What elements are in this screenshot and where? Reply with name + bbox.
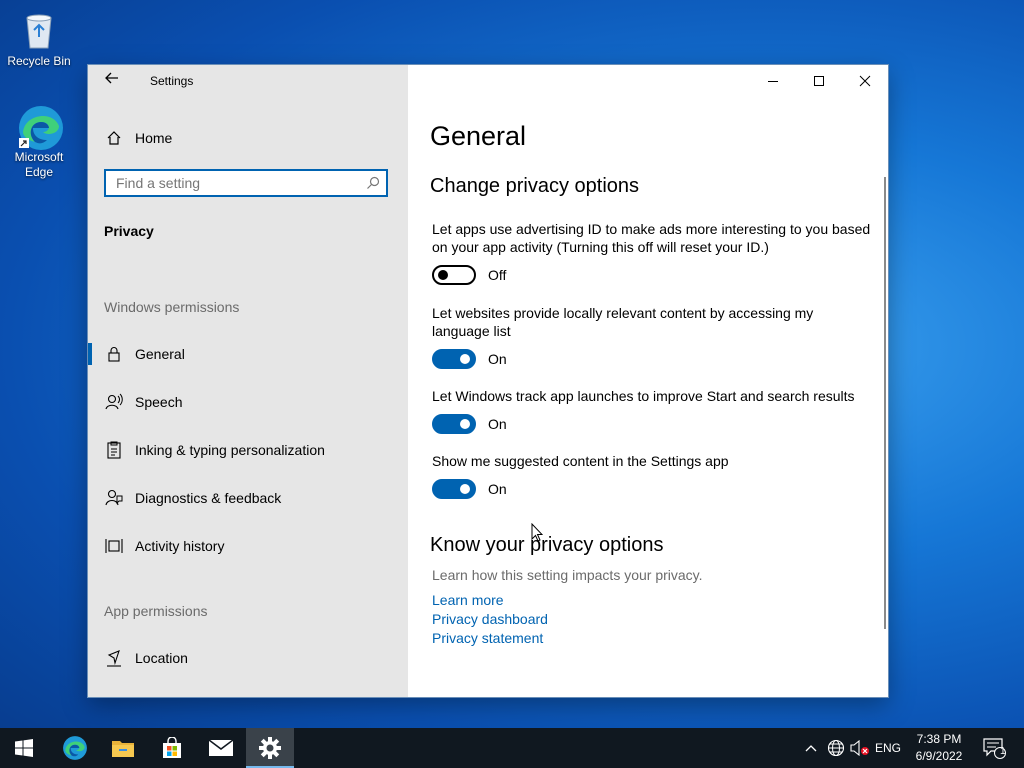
recycle-bin-label: Recycle Bin	[7, 54, 71, 68]
scrollbar[interactable]	[884, 177, 886, 629]
recycle-bin-shortcut[interactable]: Recycle Bin	[3, 8, 75, 69]
edge-label-line1: Microsoft	[14, 150, 64, 164]
nav-item-label: Inking & typing personalization	[135, 442, 325, 458]
edge-icon	[17, 104, 63, 150]
edge-shortcut[interactable]: Microsoft Edge	[3, 104, 75, 180]
nav-home[interactable]: Home	[104, 127, 172, 149]
track-app-launches-toggle[interactable]	[432, 414, 476, 434]
mail-icon	[208, 739, 234, 756]
search-box[interactable]	[104, 169, 388, 197]
diagnostics-icon	[104, 488, 124, 508]
content-pane: General Change privacy options Let apps …	[408, 65, 888, 697]
section-title-know-privacy: Know your privacy options	[430, 534, 664, 556]
section-title-change-privacy: Change privacy options	[430, 175, 640, 197]
taskbar-settings[interactable]	[246, 728, 294, 768]
network-globe-icon	[827, 739, 845, 757]
nav-section-header: Privacy	[104, 223, 154, 239]
search-input[interactable]	[106, 171, 356, 195]
nav-item-activity-history[interactable]: Activity history	[104, 535, 224, 557]
search-icon	[366, 176, 380, 195]
clock-date: 6/9/2022	[915, 749, 963, 763]
window-title: Settings	[150, 74, 194, 88]
nav-item-general[interactable]: General	[104, 343, 185, 365]
chevron-up-icon	[805, 745, 817, 752]
recycle-bin-icon	[17, 8, 61, 52]
inking-icon	[104, 440, 124, 460]
show-hidden-icons-button[interactable]	[800, 728, 822, 768]
back-button[interactable]	[102, 71, 122, 91]
clock[interactable]: 7:38 PM 6/9/2022	[906, 731, 972, 765]
app-permissions-label: App permissions	[104, 603, 208, 619]
nav-item-label: General	[135, 346, 185, 362]
close-button[interactable]	[842, 65, 888, 97]
privacy-statement-link[interactable]: Privacy statement	[432, 630, 543, 646]
learn-more-link[interactable]: Learn more	[432, 592, 504, 608]
setting-description: Let websites provide locally relevant co…	[432, 305, 814, 339]
store-icon	[163, 737, 181, 758]
location-icon	[104, 648, 124, 668]
nav-item-location[interactable]: Location	[104, 647, 188, 669]
speech-icon	[104, 392, 124, 412]
toggle-state-label: On	[488, 416, 507, 432]
setting-description: Let Windows track app launches to improv…	[432, 388, 855, 404]
windows-permissions-label: Windows permissions	[104, 299, 240, 315]
home-icon	[104, 128, 124, 148]
maximize-button[interactable]	[796, 65, 842, 97]
activity-history-icon	[104, 536, 124, 556]
toggle-state-label: On	[488, 481, 507, 497]
nav-item-inking[interactable]: Inking & typing personalization	[104, 439, 325, 461]
volume-muted-icon	[850, 740, 869, 756]
settings-icon	[259, 737, 281, 759]
language-indicator[interactable]: ENG	[872, 728, 904, 768]
toggle-knob	[460, 484, 470, 494]
minimize-button[interactable]	[750, 65, 796, 97]
edge-label-line2: Edge	[24, 165, 54, 179]
volume-button[interactable]	[848, 728, 872, 768]
taskbar-mail[interactable]	[197, 728, 245, 768]
action-center-button[interactable]: 1	[978, 728, 1010, 768]
nav-item-speech[interactable]: Speech	[104, 391, 182, 413]
toggle-knob	[460, 419, 470, 429]
page-title: General	[430, 121, 527, 151]
taskbar-edge[interactable]	[51, 728, 99, 768]
privacy-dashboard-link[interactable]: Privacy dashboard	[432, 611, 548, 627]
lock-icon	[104, 344, 124, 364]
maximize-icon	[814, 76, 824, 86]
minimize-icon	[768, 81, 778, 82]
close-icon	[859, 75, 871, 87]
nav-item-label: Speech	[135, 394, 183, 410]
selection-indicator	[88, 343, 92, 365]
edge-icon	[63, 736, 87, 760]
setting-description: Show me suggested content in the Setting…	[432, 453, 729, 469]
suggested-content-toggle[interactable]	[432, 479, 476, 499]
toggle-state-label: On	[488, 351, 507, 367]
start-button[interactable]	[0, 728, 48, 768]
setting-description: Let apps use advertising ID to make ads …	[432, 221, 871, 255]
language-list-toggle[interactable]	[432, 349, 476, 369]
nav-item-diagnostics[interactable]: Diagnostics & feedback	[104, 487, 281, 509]
advertising-id-toggle[interactable]	[432, 265, 476, 285]
nav-item-label: Activity history	[135, 538, 225, 554]
toggle-knob	[460, 354, 470, 364]
taskbar-file-explorer[interactable]	[99, 728, 147, 768]
nav-home-label: Home	[135, 130, 173, 146]
back-arrow-icon	[105, 72, 118, 84]
file-explorer-icon	[112, 741, 134, 757]
mouse-cursor-icon	[531, 523, 543, 542]
nav-item-label: Location	[135, 650, 188, 666]
section-description: Learn how this setting impacts your priv…	[432, 567, 703, 583]
nav-pane: Settings Home Privacy Windows permission…	[88, 65, 408, 697]
nav-item-label: Diagnostics & feedback	[135, 490, 282, 506]
taskbar: ENG 7:38 PM 6/9/2022 1	[0, 728, 1024, 768]
toggle-state-label: Off	[488, 267, 507, 283]
taskbar-store[interactable]	[148, 728, 196, 768]
notification-count: 1	[1000, 746, 1006, 757]
toggle-knob	[438, 270, 448, 280]
clock-time: 7:38 PM	[916, 732, 962, 746]
network-button[interactable]	[824, 728, 848, 768]
start-icon	[15, 739, 33, 757]
settings-window: Settings Home Privacy Windows permission…	[88, 65, 888, 697]
